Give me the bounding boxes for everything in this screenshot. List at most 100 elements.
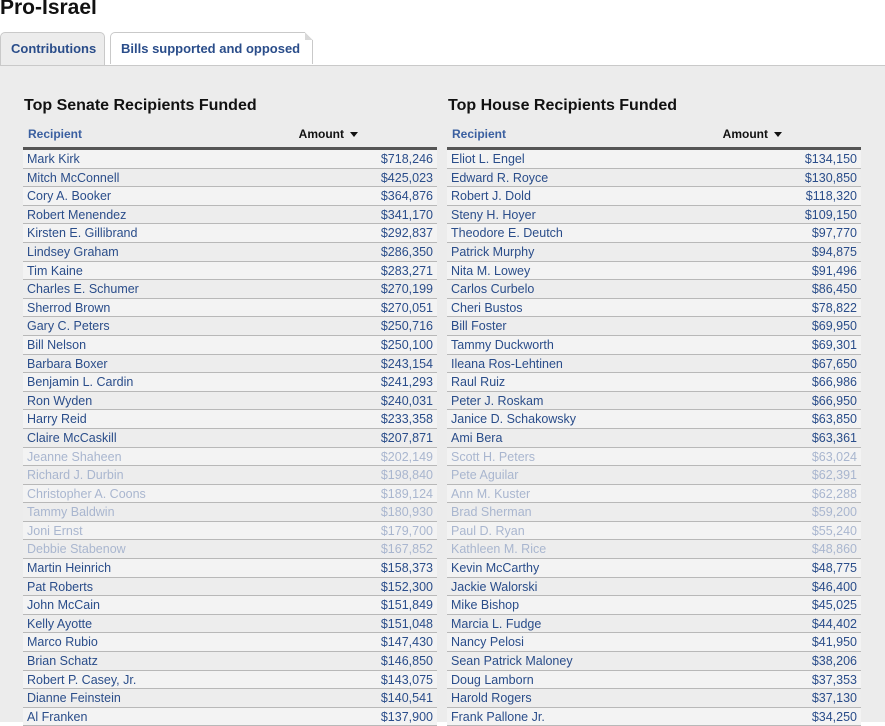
senate-amount-label: Amount bbox=[298, 127, 344, 141]
recipient-name-link[interactable]: Harry Reid bbox=[27, 410, 87, 428]
recipient-name-link[interactable]: Patrick Murphy bbox=[451, 243, 534, 261]
amount-value: $34,250 bbox=[811, 709, 857, 724]
recipient-name-link[interactable]: Martin Heinrich bbox=[27, 559, 111, 577]
recipient-name-link[interactable]: Gary C. Peters bbox=[27, 317, 110, 335]
table-row: Robert Menendez $341,170 bbox=[23, 205, 437, 225]
recipient-name-link[interactable]: Kirsten E. Gillibrand bbox=[27, 224, 137, 242]
tab-bar: Contributions Bills supported and oppose… bbox=[0, 32, 885, 66]
recipient-name-link[interactable]: Richard J. Durbin bbox=[27, 466, 124, 484]
recipient-name-link[interactable]: Steny H. Hoyer bbox=[451, 206, 536, 224]
tab-contributions[interactable]: Contributions bbox=[0, 32, 105, 66]
recipient-name-link[interactable]: Robert Menendez bbox=[27, 206, 126, 224]
recipient-name-link[interactable]: Eliot L. Engel bbox=[451, 150, 525, 168]
recipient-name-link[interactable]: Kathleen M. Rice bbox=[451, 540, 546, 558]
recipient-name-link[interactable]: Barbara Boxer bbox=[27, 355, 108, 373]
senate-recipients-table: Mark Kirk $718,246 Mitch McConnell $425,023… bbox=[23, 150, 437, 726]
house-amount-column-header[interactable]: Amount bbox=[723, 127, 782, 141]
recipient-name-link[interactable]: Benjamin L. Cardin bbox=[27, 373, 133, 391]
recipient-name-link[interactable]: Dianne Feinstein bbox=[27, 689, 121, 707]
recipient-name-link[interactable]: Ron Wyden bbox=[27, 392, 92, 410]
senate-amount-column-header[interactable]: Amount bbox=[299, 127, 358, 141]
recipient-name-link[interactable]: Harold Rogers bbox=[451, 689, 532, 707]
recipient-name-link[interactable]: Christopher A. Coons bbox=[27, 485, 146, 503]
recipient-name-link[interactable]: Robert J. Dold bbox=[451, 187, 531, 205]
recipient-name-link[interactable]: Paul D. Ryan bbox=[451, 522, 525, 540]
recipient-name-link[interactable]: Kelly Ayotte bbox=[27, 615, 92, 633]
recipient-name-link[interactable]: Edward R. Royce bbox=[451, 169, 548, 187]
table-row: Theodore E. Deutch $97,770 bbox=[447, 224, 861, 243]
recipient-name-link[interactable]: Joni Ernst bbox=[27, 522, 83, 540]
recipient-name-link[interactable]: Tammy Baldwin bbox=[27, 503, 115, 521]
recipient-name-link[interactable]: Al Franken bbox=[27, 708, 87, 726]
recipient-name-link[interactable]: Cory A. Booker bbox=[27, 187, 111, 205]
table-row: Scott H. Peters $63,024 bbox=[447, 447, 861, 467]
table-row: Edward R. Royce $130,850 bbox=[447, 168, 861, 188]
recipient-name-link[interactable]: Debbie Stabenow bbox=[27, 540, 126, 558]
amount-value: $66,986 bbox=[811, 375, 857, 390]
amount-value: $66,950 bbox=[811, 393, 857, 408]
table-row: Nita M. Lowey $91,496 bbox=[447, 261, 861, 281]
recipient-name-link[interactable]: Brad Sherman bbox=[451, 503, 532, 521]
recipient-name-link[interactable]: Claire McCaskill bbox=[27, 429, 117, 447]
recipient-name-link[interactable]: Pete Aguilar bbox=[451, 466, 518, 484]
recipient-name-link[interactable]: Peter J. Roskam bbox=[451, 392, 543, 410]
recipient-name-link[interactable]: Ami Bera bbox=[451, 429, 502, 447]
amount-value: $41,950 bbox=[811, 635, 857, 650]
amount-value: $241,293 bbox=[380, 375, 433, 390]
amount-value: $69,301 bbox=[811, 337, 857, 352]
recipient-name-link[interactable]: Jeanne Shaheen bbox=[27, 448, 122, 466]
recipient-name-link[interactable]: Robert P. Casey, Jr. bbox=[27, 671, 136, 689]
senate-recipient-column-header[interactable]: Recipient bbox=[28, 127, 82, 141]
table-row: Eliot L. Engel $134,150 bbox=[447, 150, 861, 169]
contributions-panel: Top Senate Recipients Funded Recipient A… bbox=[0, 65, 885, 726]
table-row: Joni Ernst $179,700 bbox=[23, 521, 437, 541]
recipient-name-link[interactable]: Marcia L. Fudge bbox=[451, 615, 541, 633]
recipient-name-link[interactable]: Sean Patrick Maloney bbox=[451, 652, 573, 670]
recipient-name-link[interactable]: Cheri Bustos bbox=[451, 299, 523, 317]
recipient-name-link[interactable]: Theodore E. Deutch bbox=[451, 224, 563, 242]
recipient-name-link[interactable]: Brian Schatz bbox=[27, 652, 98, 670]
recipient-name-link[interactable]: Bill Foster bbox=[451, 317, 507, 335]
table-row: Tammy Baldwin $180,930 bbox=[23, 503, 437, 522]
table-row: Kirsten E. Gillibrand $292,837 bbox=[23, 224, 437, 243]
amount-value: $62,288 bbox=[811, 486, 857, 501]
recipient-name-link[interactable]: Carlos Curbelo bbox=[451, 280, 534, 298]
recipient-name-link[interactable]: John McCain bbox=[27, 596, 100, 614]
recipient-name-link[interactable]: Frank Pallone Jr. bbox=[451, 708, 545, 726]
recipient-name-link[interactable]: Ann M. Kuster bbox=[451, 485, 530, 503]
recipient-name-link[interactable]: Kevin McCarthy bbox=[451, 559, 539, 577]
table-row: Barbara Boxer $243,154 bbox=[23, 354, 437, 374]
recipient-name-link[interactable]: Lindsey Graham bbox=[27, 243, 119, 261]
recipient-name-link[interactable]: Tammy Duckworth bbox=[451, 336, 554, 354]
amount-value: $109,150 bbox=[804, 207, 857, 222]
recipient-name-link[interactable]: Bill Nelson bbox=[27, 336, 86, 354]
table-row: Steny H. Hoyer $109,150 bbox=[447, 205, 861, 225]
recipient-name-link[interactable]: Nancy Pelosi bbox=[451, 633, 524, 651]
recipient-name-link[interactable]: Nita M. Lowey bbox=[451, 262, 530, 280]
table-row: Kathleen M. Rice $48,860 bbox=[447, 540, 861, 560]
recipient-name-link[interactable]: Doug Lamborn bbox=[451, 671, 534, 689]
recipient-name-link[interactable]: Pat Roberts bbox=[27, 578, 93, 596]
tab-bills-supported-opposed[interactable]: Bills supported and opposed bbox=[110, 32, 313, 64]
table-row: Patrick Murphy $94,875 bbox=[447, 242, 861, 262]
house-recipient-column-header[interactable]: Recipient bbox=[452, 127, 506, 141]
table-row: Sherrod Brown $270,051 bbox=[23, 298, 437, 318]
amount-value: $137,900 bbox=[380, 709, 433, 724]
recipient-name-link[interactable]: Sherrod Brown bbox=[27, 299, 110, 317]
recipient-name-link[interactable]: Mark Kirk bbox=[27, 150, 80, 168]
table-row: Benjamin L. Cardin $241,293 bbox=[23, 373, 437, 392]
recipient-name-link[interactable]: Scott H. Peters bbox=[451, 448, 535, 466]
amount-value: $341,170 bbox=[380, 207, 433, 222]
amount-value: $63,024 bbox=[811, 449, 857, 464]
recipient-name-link[interactable]: Jackie Walorski bbox=[451, 578, 537, 596]
recipient-name-link[interactable]: Raul Ruiz bbox=[451, 373, 505, 391]
recipient-name-link[interactable]: Ileana Ros-Lehtinen bbox=[451, 355, 563, 373]
recipient-name-link[interactable]: Janice D. Schakowsky bbox=[451, 410, 576, 428]
recipient-name-link[interactable]: Tim Kaine bbox=[27, 262, 83, 280]
sort-descending-icon bbox=[774, 132, 782, 138]
amount-value: $207,871 bbox=[380, 430, 433, 445]
recipient-name-link[interactable]: Marco Rubio bbox=[27, 633, 98, 651]
recipient-name-link[interactable]: Mitch McConnell bbox=[27, 169, 119, 187]
recipient-name-link[interactable]: Mike Bishop bbox=[451, 596, 519, 614]
recipient-name-link[interactable]: Charles E. Schumer bbox=[27, 280, 139, 298]
